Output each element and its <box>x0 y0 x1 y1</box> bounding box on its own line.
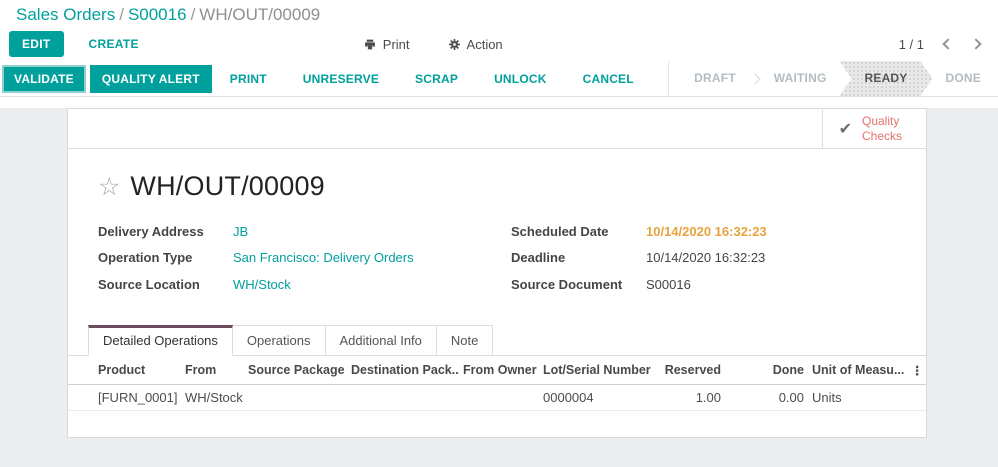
field-value-source-document: S00016 <box>646 276 691 292</box>
column-header-lot-serial[interactable]: Lot/Serial Number <box>539 355 658 385</box>
cell-reserved: 1.00 <box>658 384 725 411</box>
field-label-operation-type: Operation Type <box>98 250 193 266</box>
column-header-product[interactable]: Product <box>68 355 181 385</box>
column-header-from-owner[interactable]: From Owner <box>459 355 539 385</box>
unlock-button[interactable]: UNLOCK <box>488 71 553 87</box>
print-button[interactable]: Print <box>357 36 416 53</box>
field-value-scheduled-date: 10/14/2020 16:32:23 <box>646 224 767 239</box>
field-value-delivery-address[interactable]: JB <box>233 224 248 240</box>
field-label-source-location: Source Location <box>98 276 200 292</box>
field-label-scheduled-date: Scheduled Date <box>511 224 609 239</box>
field-value-operation-type[interactable]: San Francisco: Delivery Orders <box>233 250 414 266</box>
favorite-star-icon[interactable]: ☆ <box>98 174 120 199</box>
column-header-uom[interactable]: Unit of Measu... <box>808 355 907 385</box>
field-value-deadline: 10/14/2020 16:32:23 <box>646 250 766 266</box>
page-title: WH/OUT/00009 <box>130 171 325 201</box>
notebook-tabs: Detailed Operations Operations Additiona… <box>88 324 926 356</box>
printer-icon <box>363 38 377 51</box>
action-button[interactable]: Action <box>442 36 509 53</box>
create-button[interactable]: CREATE <box>83 36 145 52</box>
cell-product: [FURN_0001] ... <box>68 384 181 411</box>
field-label-source-document: Source Document <box>511 276 623 292</box>
table-row[interactable]: [FURN_0001] ... WH/Stock 0000004 1.00 0.… <box>68 384 926 411</box>
quality-alert-button[interactable]: QUALITY ALERT <box>89 64 212 93</box>
table-header-row: Product From Source Package Destination … <box>68 355 926 385</box>
status-waiting[interactable]: WAITING <box>757 61 844 96</box>
pager-previous-icon[interactable] <box>942 38 954 50</box>
quality-checks-button[interactable]: ✔ Quality Checks <box>821 109 926 148</box>
unreserve-button[interactable]: UNRESERVE <box>297 71 385 87</box>
edit-button[interactable]: EDIT <box>9 31 64 57</box>
print-picking-button[interactable]: PRINT <box>224 71 273 87</box>
field-label-deadline: Deadline <box>511 250 566 266</box>
pager-value: 1 / 1 <box>898 36 924 52</box>
validate-button[interactable]: VALIDATE <box>2 64 86 93</box>
tab-detailed-operations[interactable]: Detailed Operations <box>88 324 233 356</box>
button-box: ✔ Quality Checks <box>68 109 926 149</box>
column-header-done[interactable]: Done <box>725 355 808 385</box>
breadcrumb-link-s00016[interactable]: S00016 <box>128 5 187 24</box>
tab-note[interactable]: Note <box>436 324 494 356</box>
breadcrumb-link-sales-orders[interactable]: Sales Orders <box>16 5 115 24</box>
statusbar: VALIDATE QUALITY ALERT PRINT UNRESERVE S… <box>0 61 998 97</box>
cell-uom: Units <box>808 384 907 411</box>
scrap-button[interactable]: SCRAP <box>409 71 464 87</box>
field-value-source-location[interactable]: WH/Stock <box>233 277 291 293</box>
form-sheet: ✔ Quality Checks ☆ WH/OUT/00009 Delivery… <box>67 108 927 438</box>
cell-options <box>907 384 926 411</box>
status-ready[interactable]: READY <box>840 61 933 96</box>
column-header-source-package[interactable]: Source Package <box>244 355 347 385</box>
print-label: Print <box>382 36 410 52</box>
status-pipeline: DRAFT WAITING READY DONE <box>668 61 998 96</box>
pager: 1 / 1 <box>899 37 984 52</box>
column-header-destination-package[interactable]: Destination Pack... <box>347 355 459 385</box>
breadcrumb-current: WH/OUT/00009 <box>199 5 321 24</box>
action-label: Action <box>466 36 503 52</box>
tab-additional-info[interactable]: Additional Info <box>325 324 437 356</box>
column-header-from[interactable]: From <box>181 355 244 385</box>
breadcrumb-separator: / <box>119 5 124 24</box>
operations-table: Product From Source Package Destination … <box>68 355 926 411</box>
check-icon: ✔ <box>838 119 852 138</box>
field-label-delivery-address: Delivery Address <box>98 224 204 239</box>
cell-done: 0.00 <box>725 384 808 411</box>
cell-destination-package <box>347 384 459 411</box>
pager-next-icon[interactable] <box>970 38 982 50</box>
cell-from: WH/Stock <box>181 384 244 411</box>
cell-lot-serial: 0000004 <box>539 384 658 411</box>
status-draft[interactable]: DRAFT <box>677 61 753 96</box>
tab-operations[interactable]: Operations <box>232 324 326 356</box>
status-done[interactable]: DONE <box>929 61 998 96</box>
content-area: ✔ Quality Checks ☆ WH/OUT/00009 Delivery… <box>0 108 998 467</box>
column-options-icon[interactable]: ⋮ <box>907 355 926 385</box>
field-group: Delivery Address JB Operation Type San F… <box>68 206 926 325</box>
breadcrumb-separator: / <box>190 5 196 24</box>
cell-from-owner <box>459 384 539 411</box>
control-panel: EDIT CREATE Print Action 1 / 1 <box>0 27 998 61</box>
quality-checks-label: Quality Checks <box>862 114 903 143</box>
cancel-button[interactable]: CANCEL <box>577 71 640 87</box>
column-header-reserved[interactable]: Reserved <box>658 355 725 385</box>
breadcrumb: Sales Orders / S00016/WH/OUT/00009 <box>0 0 998 27</box>
gear-icon <box>448 38 461 51</box>
cell-source-package <box>244 384 347 411</box>
